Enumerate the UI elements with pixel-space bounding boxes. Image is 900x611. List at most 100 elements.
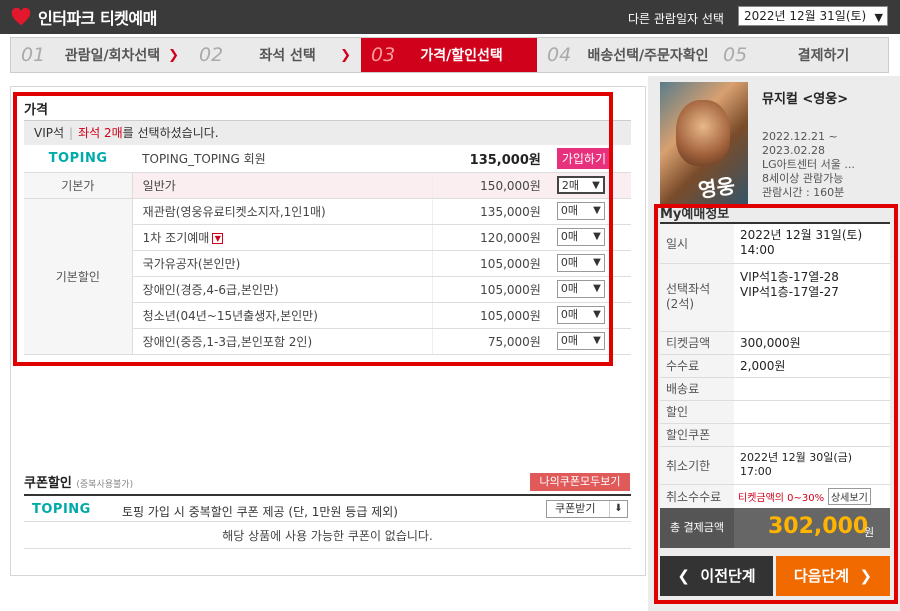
chevron-down-icon: ▼ bbox=[874, 11, 883, 24]
booking-key: 취소기한 bbox=[660, 446, 734, 485]
quantity-value: 0매 bbox=[560, 282, 578, 295]
my-booking-title: My예매정보 bbox=[660, 207, 730, 222]
step-4[interactable]: 04 배송선택/주문자확인 bbox=[537, 38, 713, 72]
ticket-name: 재관람(영웅유료티켓소지자,1인1매) bbox=[132, 198, 433, 225]
quantity-select[interactable]: 0매 ▼ bbox=[556, 306, 605, 324]
ticket-name: TOPING_TOPING 회원 bbox=[132, 146, 433, 173]
booking-value bbox=[734, 377, 890, 401]
booking-value: 2,000원 bbox=[734, 354, 890, 378]
total-label: 총 결제금액 bbox=[660, 508, 734, 548]
price-table: TOPING TOPING_TOPING 회원 135,000원 가입하기 기본… bbox=[24, 146, 631, 355]
ticket-name: 1차 조기예매 bbox=[142, 230, 210, 245]
show-period: 2022.12.21 ~ bbox=[762, 130, 838, 143]
booking-key: 일시 bbox=[660, 223, 734, 264]
heart-logo-icon bbox=[11, 7, 31, 26]
step-label: 결제하기 bbox=[797, 48, 850, 64]
ticket-price: 105,000원 bbox=[432, 250, 553, 277]
chevron-down-icon: ▼ bbox=[593, 231, 601, 242]
step-1[interactable]: 01 관람일/회차선택 ❯ bbox=[11, 38, 189, 72]
my-booking-table: 일시 2022년 12월 31일(토) 14:00 선택좌석 (2석) VIP석1층… bbox=[660, 222, 890, 509]
info-dropdown-icon[interactable]: ▼ bbox=[212, 232, 224, 244]
selected-seat-count: 좌석 2매 bbox=[78, 126, 123, 140]
chevron-right-icon: ❯ bbox=[168, 47, 179, 63]
date-select-value: 2022년 12월 31일(토) bbox=[744, 9, 867, 23]
ticket-price: 135,000원 bbox=[432, 146, 553, 173]
booking-row-ticket: 티켓금액 300,000원 bbox=[660, 331, 890, 355]
coupon-desc: 토핑 가입 시 중복할인 쿠폰 제공 (단, 1만원 등급 제외) bbox=[122, 505, 398, 519]
quantity-select[interactable]: 0매 ▼ bbox=[556, 228, 605, 246]
booking-row-discount: 할인 bbox=[660, 400, 890, 424]
coupon-title: 쿠폰할인 (중복사용불가) bbox=[24, 472, 133, 491]
chevron-right-icon: ❯ bbox=[859, 567, 873, 585]
step-number: 04 bbox=[547, 44, 572, 66]
step-3-active[interactable]: 03 가격/할인선택 ❯ bbox=[361, 38, 537, 72]
poster-title: 영웅 bbox=[696, 173, 737, 203]
chevron-down-icon: ▼ bbox=[592, 180, 600, 191]
join-button[interactable]: 가입하기 bbox=[556, 148, 612, 170]
step-5[interactable]: 05 결제하기 bbox=[713, 38, 888, 72]
chevron-left-icon: ❮ bbox=[677, 567, 690, 585]
logo[interactable]: 인터파크 티켓예매 bbox=[10, 5, 157, 29]
booking-value: VIP석1층-17열-28 bbox=[740, 269, 839, 284]
coupon-title-text: 쿠폰할인 bbox=[24, 476, 72, 491]
chevron-right-icon: ❯ bbox=[340, 47, 351, 63]
quantity-value: 0매 bbox=[560, 204, 578, 217]
coupon-empty-message: 해당 상품에 사용 가능한 쿠폰이 없습니다. bbox=[24, 523, 631, 549]
quantity-select[interactable]: 0매 ▼ bbox=[556, 202, 605, 220]
logo-text: 인터파크 티켓예매 bbox=[38, 9, 157, 28]
booking-value: 17:00 bbox=[740, 465, 772, 478]
booking-key: (2석) bbox=[666, 297, 695, 311]
ticket-price: 105,000원 bbox=[432, 276, 553, 303]
step-label: 좌석 선택 bbox=[259, 48, 316, 64]
prev-step-label: 이전단계 bbox=[700, 567, 756, 585]
seat-grade-bar: VIP석 | 좌석 2매를 선택하셨습니다. bbox=[24, 120, 631, 145]
step-label: 관람일/회차선택 bbox=[64, 48, 161, 64]
quantity-value: 2매 bbox=[561, 179, 579, 192]
receive-coupon-button[interactable]: 쿠폰받기 ⬇ bbox=[546, 500, 628, 518]
total-unit: 원 bbox=[864, 526, 875, 539]
quantity-select[interactable]: 0매 ▼ bbox=[556, 280, 605, 298]
top-bar: 인터파크 티켓예매 다른 관람일자 선택 2022년 12월 31일(토) ▼ bbox=[0, 0, 900, 34]
ticket-name: 국가유공자(본인만) bbox=[132, 250, 433, 277]
date-select[interactable]: 2022년 12월 31일(토) ▼ bbox=[738, 6, 888, 26]
step-2[interactable]: 02 좌석 선택 ❯ bbox=[189, 38, 361, 72]
step-number: 05 bbox=[723, 44, 748, 66]
booking-value bbox=[734, 423, 890, 447]
quantity-select[interactable]: 2매 ▼ bbox=[556, 176, 605, 194]
chevron-down-icon: ▼ bbox=[593, 309, 601, 320]
step-number: 01 bbox=[21, 44, 46, 66]
booking-row-date: 일시 2022년 12월 31일(토) 14:00 bbox=[660, 223, 890, 264]
toping-logo: TOPING bbox=[48, 151, 108, 167]
quantity-select[interactable]: 0매 ▼ bbox=[556, 332, 605, 350]
date-select-label: 다른 관람일자 선택 bbox=[628, 12, 724, 26]
booking-value bbox=[734, 400, 890, 424]
ticket-price: 120,000원 bbox=[432, 224, 553, 251]
booking-key: 선택좌석 bbox=[666, 282, 711, 296]
ticket-price: 75,000원 bbox=[432, 328, 553, 355]
detail-view-button[interactable]: 상세보기 bbox=[827, 487, 871, 505]
ticket-price: 135,000원 bbox=[432, 198, 553, 225]
next-step-button[interactable]: 다음단계 ❯ bbox=[776, 556, 890, 596]
booking-row-seats: 선택좌석 (2석) VIP석1층-17열-28 VIP석1층-17열-27 bbox=[660, 263, 890, 332]
chevron-down-icon: ▼ bbox=[593, 283, 601, 294]
booking-key: 수수료 bbox=[660, 354, 734, 378]
prev-step-button[interactable]: ❮ 이전단계 bbox=[660, 556, 773, 596]
receive-coupon-label: 쿠폰받기 bbox=[555, 502, 596, 515]
booking-row-fee: 수수료 2,000원 bbox=[660, 354, 890, 378]
chevron-right-icon: ❯ bbox=[516, 47, 527, 63]
booking-row-coupon: 할인쿠폰 bbox=[660, 423, 890, 447]
step-number: 03 bbox=[371, 44, 396, 66]
chevron-down-icon: ▼ bbox=[593, 335, 601, 346]
price-category: 기본할인 bbox=[24, 198, 133, 355]
ticket-name: 장애인(중증,1-3급,본인포함 2인) bbox=[132, 328, 433, 355]
booking-value: 2022년 12월 30일(금) bbox=[740, 451, 853, 464]
quantity-select[interactable]: 0매 ▼ bbox=[556, 254, 605, 272]
show-venue: LG아트센터 서울 ... bbox=[762, 158, 855, 171]
chevron-down-icon: ▼ bbox=[593, 257, 601, 268]
quantity-value: 0매 bbox=[560, 230, 578, 243]
my-coupons-button[interactable]: 나의쿠폰모두보기 bbox=[530, 473, 630, 491]
total-amount-box: 총 결제금액 302,000 원 bbox=[660, 508, 890, 548]
booking-row-cancel-deadline: 취소기한 2022년 12월 30일(금) 17:00 bbox=[660, 446, 890, 485]
price-section-title: 가격 bbox=[24, 103, 48, 118]
quantity-value: 0매 bbox=[560, 308, 578, 321]
